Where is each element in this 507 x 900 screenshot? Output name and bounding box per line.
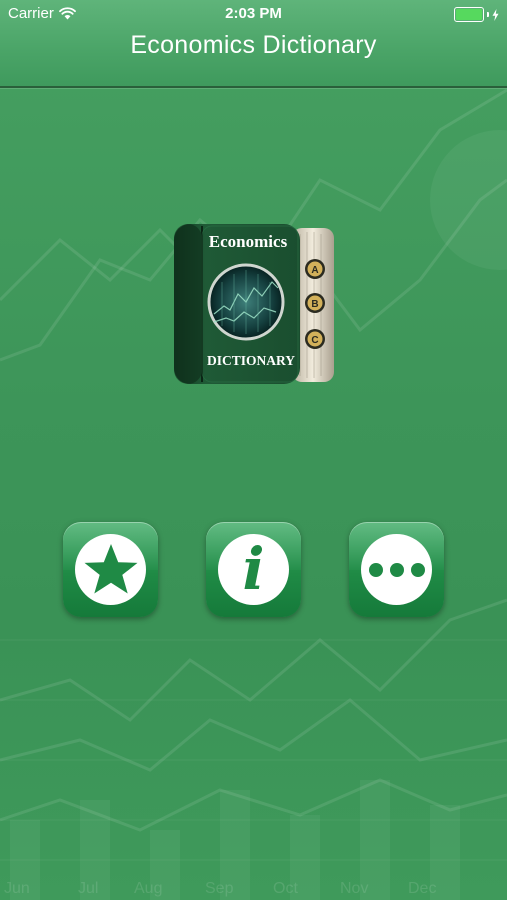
month-label: Aug [134,880,163,897]
info-icon: i [242,534,265,603]
status-bar: Carrier 2:03 PM [0,0,507,28]
month-label: Oct [273,880,298,897]
battery-fill [456,9,482,20]
favorites-button[interactable] [63,522,158,617]
index-tab-a: A [311,265,318,276]
month-label: Sep [205,880,234,897]
month-label: Jul [78,880,99,897]
more-disc [361,534,432,605]
month-label: Dec [408,880,437,897]
info-disc: i [218,534,289,605]
index-tab-c: C [311,335,318,346]
background-chart-art [0,88,507,900]
book-title-text: Economics [209,232,288,251]
book-subtitle-text: DICTIONARY [207,353,295,368]
page-title: Economics Dictionary [130,31,377,59]
more-button[interactable] [349,522,444,617]
info-button[interactable]: i [206,522,301,617]
charging-bolt-icon [492,8,499,21]
month-label: Jun [4,880,30,897]
battery-indicator [454,7,499,22]
book-graphic: A B C Economics DICTIONARY [174,224,334,384]
star-icon [84,543,137,593]
more-dots-icon [368,562,425,577]
battery-icon [454,7,484,22]
battery-tip [487,12,489,17]
app-screen: Jun Jul Aug Sep Oct Nov Dec Economics Di… [0,0,507,900]
favorites-disc [75,534,146,605]
economics-dictionary-book-icon: A B C Economics DICTIONARY [172,222,336,386]
month-label: Nov [340,880,369,897]
status-time: 2:03 PM [225,5,282,22]
background-month-labels: Jun Jul Aug Sep Oct Nov Dec [0,880,507,900]
index-tab-b: B [311,299,318,310]
